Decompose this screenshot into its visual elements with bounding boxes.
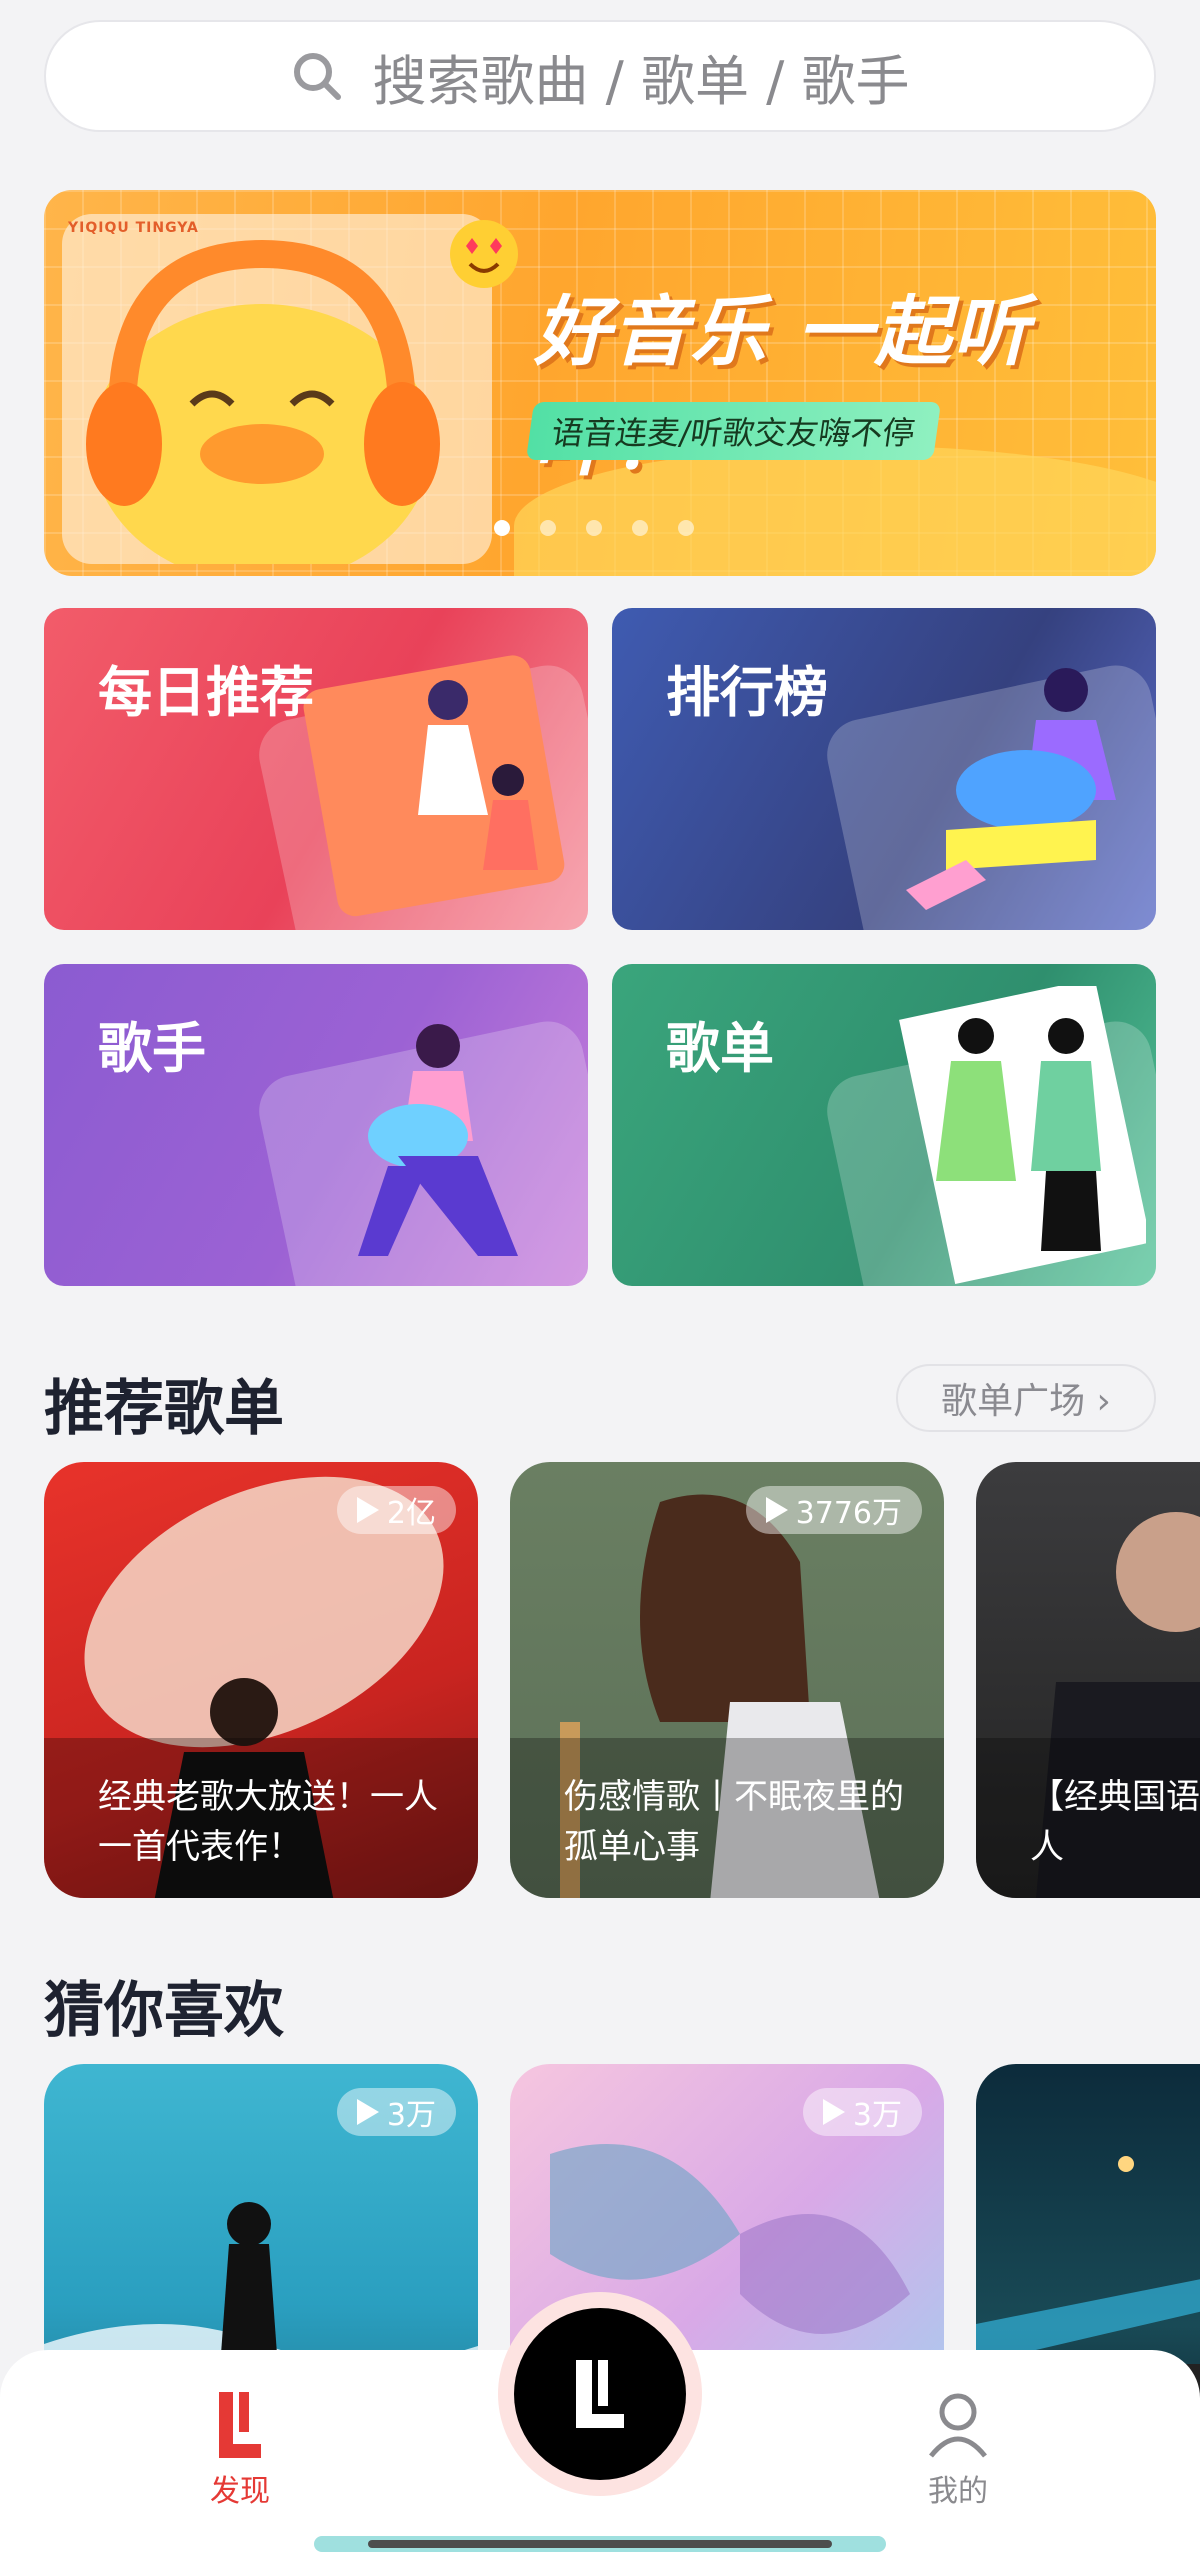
play-icon: [356, 1497, 379, 1523]
search-input[interactable]: 搜索歌曲 / 歌单 / 歌手: [44, 20, 1156, 132]
playlist-square-button[interactable]: 歌单广场 ›: [896, 1364, 1156, 1432]
playlist-title: 经典老歌大放送！一人一首代表作！: [44, 1738, 478, 1898]
guitar-player-illustration: [358, 1024, 518, 1256]
play-count: 3万: [386, 2098, 436, 2133]
playlist-card[interactable]: 【经典国语】情怀老男人: [976, 1462, 1200, 1898]
page-dot: [494, 520, 510, 536]
discover-logo-icon: [219, 2392, 261, 2458]
page-dot: [632, 520, 648, 536]
tab-discover[interactable]: 发现: [160, 2390, 320, 2510]
playlist-title: 【经典国语】情怀老男人: [976, 1738, 1200, 1898]
banner-brand-tag: YIQIQU TINGYA: [68, 220, 199, 236]
playlist-card[interactable]: 2亿 经典老歌大放送！一人一首代表作！: [44, 1462, 478, 1898]
guitarist-illustration: [906, 668, 1116, 910]
play-icon: [765, 1497, 788, 1523]
home-indicator: [314, 2536, 886, 2552]
promo-banner[interactable]: YIQIQU TINGYA 好音乐 一起听吖！ 语音连麦/听歌交友嗨不停: [44, 190, 1156, 576]
play-count-badge: 3万: [336, 2088, 456, 2136]
search-icon: [294, 53, 342, 100]
play-icon: [356, 2099, 379, 2125]
category-label: 排行榜: [666, 661, 828, 724]
category-label: 歌手: [98, 1017, 206, 1080]
play-count-badge: 3776万: [745, 1486, 922, 1534]
play-count: 3776万: [795, 1496, 902, 1531]
category-singers[interactable]: 歌手: [44, 964, 588, 1286]
hugging-friends-illustration: [899, 986, 1146, 1284]
category-charts[interactable]: 排行榜: [612, 608, 1156, 930]
tab-mine[interactable]: 我的: [878, 2390, 1038, 2510]
duck-illustration: [62, 214, 492, 576]
category-daily-recommend[interactable]: 每日推荐: [44, 608, 588, 930]
category-playlists[interactable]: 歌单: [612, 964, 1156, 1286]
play-count-badge: 2亿: [336, 1486, 456, 1534]
play-icon: [822, 2099, 845, 2125]
tab-label: 发现: [210, 2474, 270, 2509]
playlist-card[interactable]: 3776万 伤感情歌丨不眠夜里的孤单心事: [510, 1462, 944, 1898]
center-play-button[interactable]: [498, 2292, 702, 2496]
app-logo-icon: [576, 2360, 624, 2428]
category-label: 每日推荐: [98, 661, 314, 724]
recommended-playlist-row[interactable]: 2亿 经典老歌大放送！一人一首代表作！ 3776万 伤感情歌丨不眠夜里的孤单心事…: [44, 1462, 1200, 1898]
heart-eyes-emoji-icon: [450, 220, 518, 288]
user-icon: [929, 2393, 987, 2458]
tab-label: 我的: [928, 2474, 988, 2509]
banner-subtitle: 语音连麦/听歌交友嗨不停: [525, 402, 941, 460]
page-dot: [678, 520, 694, 536]
play-count-badge: 3万: [802, 2088, 922, 2136]
banner-page-indicator: [494, 520, 694, 536]
page-dot: [540, 520, 556, 536]
play-count: 3万: [852, 2098, 902, 2133]
play-count: 2亿: [386, 1496, 436, 1531]
search-placeholder: 搜索歌曲 / 歌单 / 歌手: [372, 49, 910, 113]
page-dot: [586, 520, 602, 536]
playlist-title: 伤感情歌丨不眠夜里的孤单心事: [510, 1738, 944, 1898]
section-title-guess: 猜你喜欢: [44, 1976, 284, 2046]
category-label: 歌单: [666, 1017, 774, 1080]
section-title-recommended: 推荐歌单: [44, 1374, 284, 1444]
dancing-couple-illustration: [303, 655, 565, 917]
